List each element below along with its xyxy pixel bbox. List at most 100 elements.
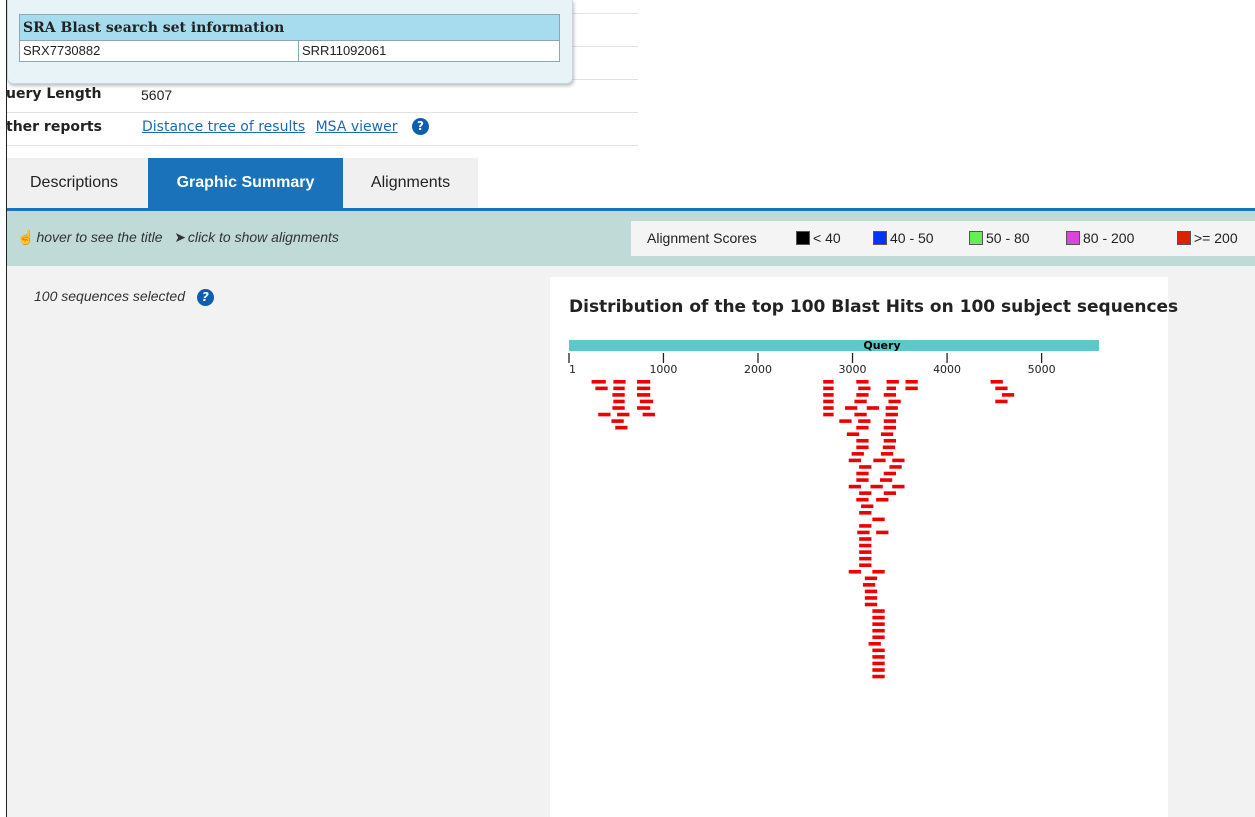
hit-bar[interactable] (872, 628, 885, 633)
hit-bar[interactable] (858, 386, 871, 391)
hit-bar[interactable] (636, 380, 651, 384)
hit-bar[interactable] (613, 399, 625, 404)
hit-bar[interactable] (861, 504, 874, 509)
hit-bar[interactable] (885, 406, 898, 410)
hit-bar[interactable] (864, 596, 878, 600)
hit-bar[interactable] (870, 484, 883, 489)
hit-bar[interactable] (859, 537, 872, 541)
hit-bar[interactable] (823, 406, 834, 410)
hit-bar[interactable] (886, 386, 897, 391)
hit-bar[interactable] (883, 419, 897, 423)
hit-bar[interactable] (888, 399, 901, 404)
hit-bar[interactable] (872, 622, 885, 626)
hit-bar[interactable] (848, 569, 862, 574)
hit-bar[interactable] (905, 386, 918, 391)
hit-bar[interactable] (856, 445, 869, 450)
hit-bar[interactable] (859, 491, 872, 495)
hit-bar[interactable] (846, 432, 860, 436)
hit-bar[interactable] (872, 655, 885, 659)
hit-bar[interactable] (864, 589, 878, 594)
hit-bar[interactable] (995, 399, 1008, 404)
hit-bar[interactable] (883, 438, 897, 443)
hit-bar[interactable] (859, 543, 872, 548)
hit-bar[interactable] (864, 602, 878, 607)
tab-alignments[interactable]: Alignments (343, 158, 478, 208)
hit-bar[interactable] (892, 458, 905, 463)
hit-bar[interactable] (1001, 393, 1015, 397)
hit-bar[interactable] (872, 635, 885, 640)
hit-bar[interactable] (905, 380, 918, 384)
hit-bar[interactable] (866, 406, 880, 410)
hit-bar[interactable] (636, 386, 651, 391)
hit-bar[interactable] (858, 419, 871, 423)
hit-bar[interactable] (823, 412, 834, 417)
hit-bar[interactable] (642, 412, 655, 417)
hit-bar[interactable] (859, 550, 872, 554)
hit-bar[interactable] (859, 524, 872, 528)
hit-bar[interactable] (844, 406, 858, 410)
hit-bar[interactable] (859, 563, 872, 567)
tab-descriptions[interactable]: Descriptions (0, 158, 148, 208)
hit-bar[interactable] (856, 478, 869, 482)
hit-bar[interactable] (883, 425, 897, 430)
help-icon[interactable]: ? (196, 288, 214, 306)
hit-bar[interactable] (595, 386, 608, 391)
hit-bar[interactable] (856, 497, 869, 502)
hit-bar[interactable] (823, 386, 834, 391)
hit-bar[interactable] (591, 380, 606, 384)
hit-bar[interactable] (859, 556, 872, 561)
hit-bar[interactable] (892, 484, 905, 489)
hit-bar[interactable] (613, 380, 626, 384)
hit-bar[interactable] (823, 393, 834, 397)
hit-bar[interactable] (879, 478, 893, 482)
help-icon[interactable]: ? (411, 118, 429, 135)
hit-bar[interactable] (636, 406, 651, 410)
hit-bar[interactable] (851, 452, 864, 456)
hit-bar[interactable] (872, 517, 885, 522)
hit-bar[interactable] (854, 399, 867, 404)
hit-bar[interactable] (883, 491, 897, 495)
hit-bar[interactable] (872, 674, 885, 679)
hit-bar[interactable] (856, 425, 869, 430)
hit-bar[interactable] (876, 497, 889, 502)
hit-bar[interactable] (839, 419, 852, 423)
hit-bar[interactable] (880, 432, 894, 436)
hit-bar[interactable] (859, 465, 872, 469)
hit-bar[interactable] (823, 399, 834, 404)
hit-bar[interactable] (990, 380, 1003, 384)
hit-bar[interactable] (872, 609, 885, 613)
hit-bar[interactable] (856, 438, 869, 443)
hit-bar[interactable] (872, 661, 885, 666)
hit-bar[interactable] (639, 399, 654, 404)
hit-bar[interactable] (848, 458, 862, 463)
hit-bar[interactable] (872, 648, 885, 653)
hit-bar[interactable] (859, 511, 872, 515)
hit-bar[interactable] (617, 412, 630, 417)
hit-bar[interactable] (883, 471, 897, 476)
hit-bar[interactable] (862, 583, 876, 587)
hit-bar[interactable] (868, 642, 881, 646)
hit-bar[interactable] (882, 445, 896, 450)
distance-tree-link[interactable]: Distance tree of results (142, 119, 305, 135)
tab-graphic-summary[interactable]: Graphic Summary (148, 158, 343, 208)
hit-bar[interactable] (872, 569, 885, 574)
hit-bar[interactable] (886, 380, 899, 384)
hit-bar[interactable] (995, 386, 1008, 391)
hit-bar[interactable] (856, 471, 869, 476)
hit-bar[interactable] (611, 419, 624, 423)
hit-bar[interactable] (883, 393, 897, 397)
hit-bar[interactable] (615, 425, 628, 430)
hit-bar[interactable] (872, 668, 885, 672)
hit-bar[interactable] (889, 465, 902, 469)
hit-bar[interactable] (864, 576, 878, 581)
hit-bar[interactable] (880, 452, 894, 456)
hit-bar[interactable] (876, 530, 889, 535)
hit-bar[interactable] (598, 412, 611, 417)
hit-bar[interactable] (856, 380, 869, 384)
hit-bar[interactable] (636, 393, 651, 397)
hit-bar[interactable] (613, 386, 625, 391)
hit-bar[interactable] (854, 412, 867, 417)
hit-bar[interactable] (848, 484, 862, 489)
hit-bar[interactable] (873, 458, 886, 463)
hit-bar[interactable] (823, 380, 834, 384)
